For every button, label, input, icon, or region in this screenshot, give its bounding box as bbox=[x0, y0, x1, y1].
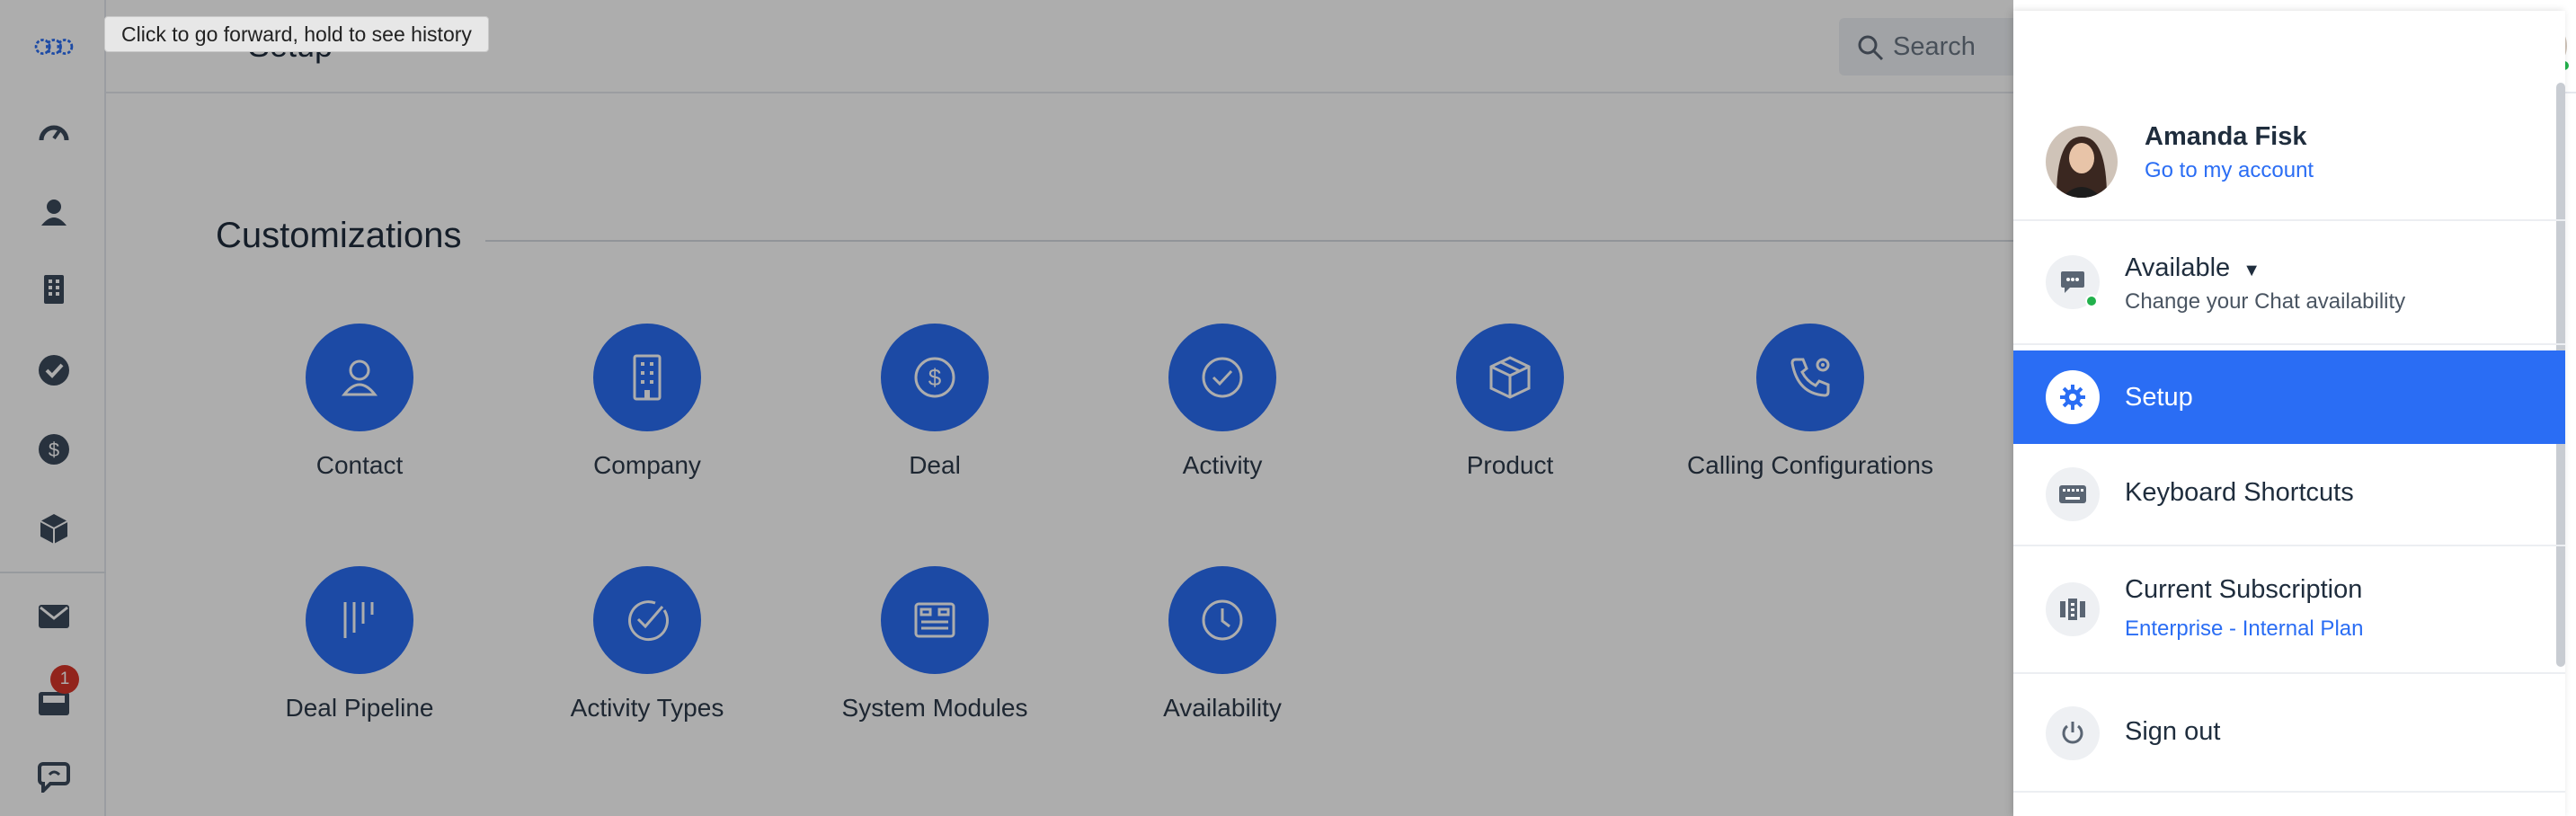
user-name: Amanda Fisk bbox=[2145, 122, 2307, 151]
menu-item-subscription[interactable]: Current Subscription Enterprise - Intern… bbox=[2013, 548, 2565, 674]
gear-icon bbox=[2046, 370, 2100, 424]
user-avatar-large bbox=[2046, 126, 2118, 198]
menu-item-label: Sign out bbox=[2125, 717, 2221, 746]
keyboard-icon bbox=[2046, 467, 2100, 521]
menu-item-label: Setup bbox=[2125, 383, 2193, 412]
subscription-icon bbox=[2046, 582, 2100, 636]
availability-status[interactable]: Available ▼ bbox=[2125, 253, 2261, 283]
chat-status-icon bbox=[2046, 255, 2100, 309]
account-link[interactable]: Go to my account bbox=[2145, 158, 2314, 183]
menu-item-label: Keyboard Shortcuts bbox=[2125, 478, 2354, 507]
modal-backdrop[interactable] bbox=[0, 0, 2013, 816]
subscription-title: Current Subscription bbox=[2125, 575, 2363, 604]
availability-label: Available bbox=[2125, 253, 2231, 282]
availability-row[interactable]: Available ▼ Change your Chat availabilit… bbox=[2013, 223, 2565, 345]
caret-down-icon: ▼ bbox=[2243, 261, 2261, 280]
menu-item-sign-out[interactable]: Sign out bbox=[2013, 676, 2565, 793]
power-icon bbox=[2046, 706, 2100, 760]
subscription-plan[interactable]: Enterprise - Internal Plan bbox=[2125, 616, 2363, 642]
browser-tooltip: Click to go forward, hold to see history bbox=[104, 16, 489, 52]
menu-item-shortcuts[interactable]: Keyboard Shortcuts bbox=[2013, 444, 2565, 546]
menu-item-setup[interactable]: Setup bbox=[2013, 350, 2565, 444]
account-dropdown: Amanda Fisk Go to my account Available ▼… bbox=[2013, 11, 2565, 816]
available-dot bbox=[2085, 295, 2098, 307]
availability-caption: Change your Chat availability bbox=[2125, 289, 2406, 314]
